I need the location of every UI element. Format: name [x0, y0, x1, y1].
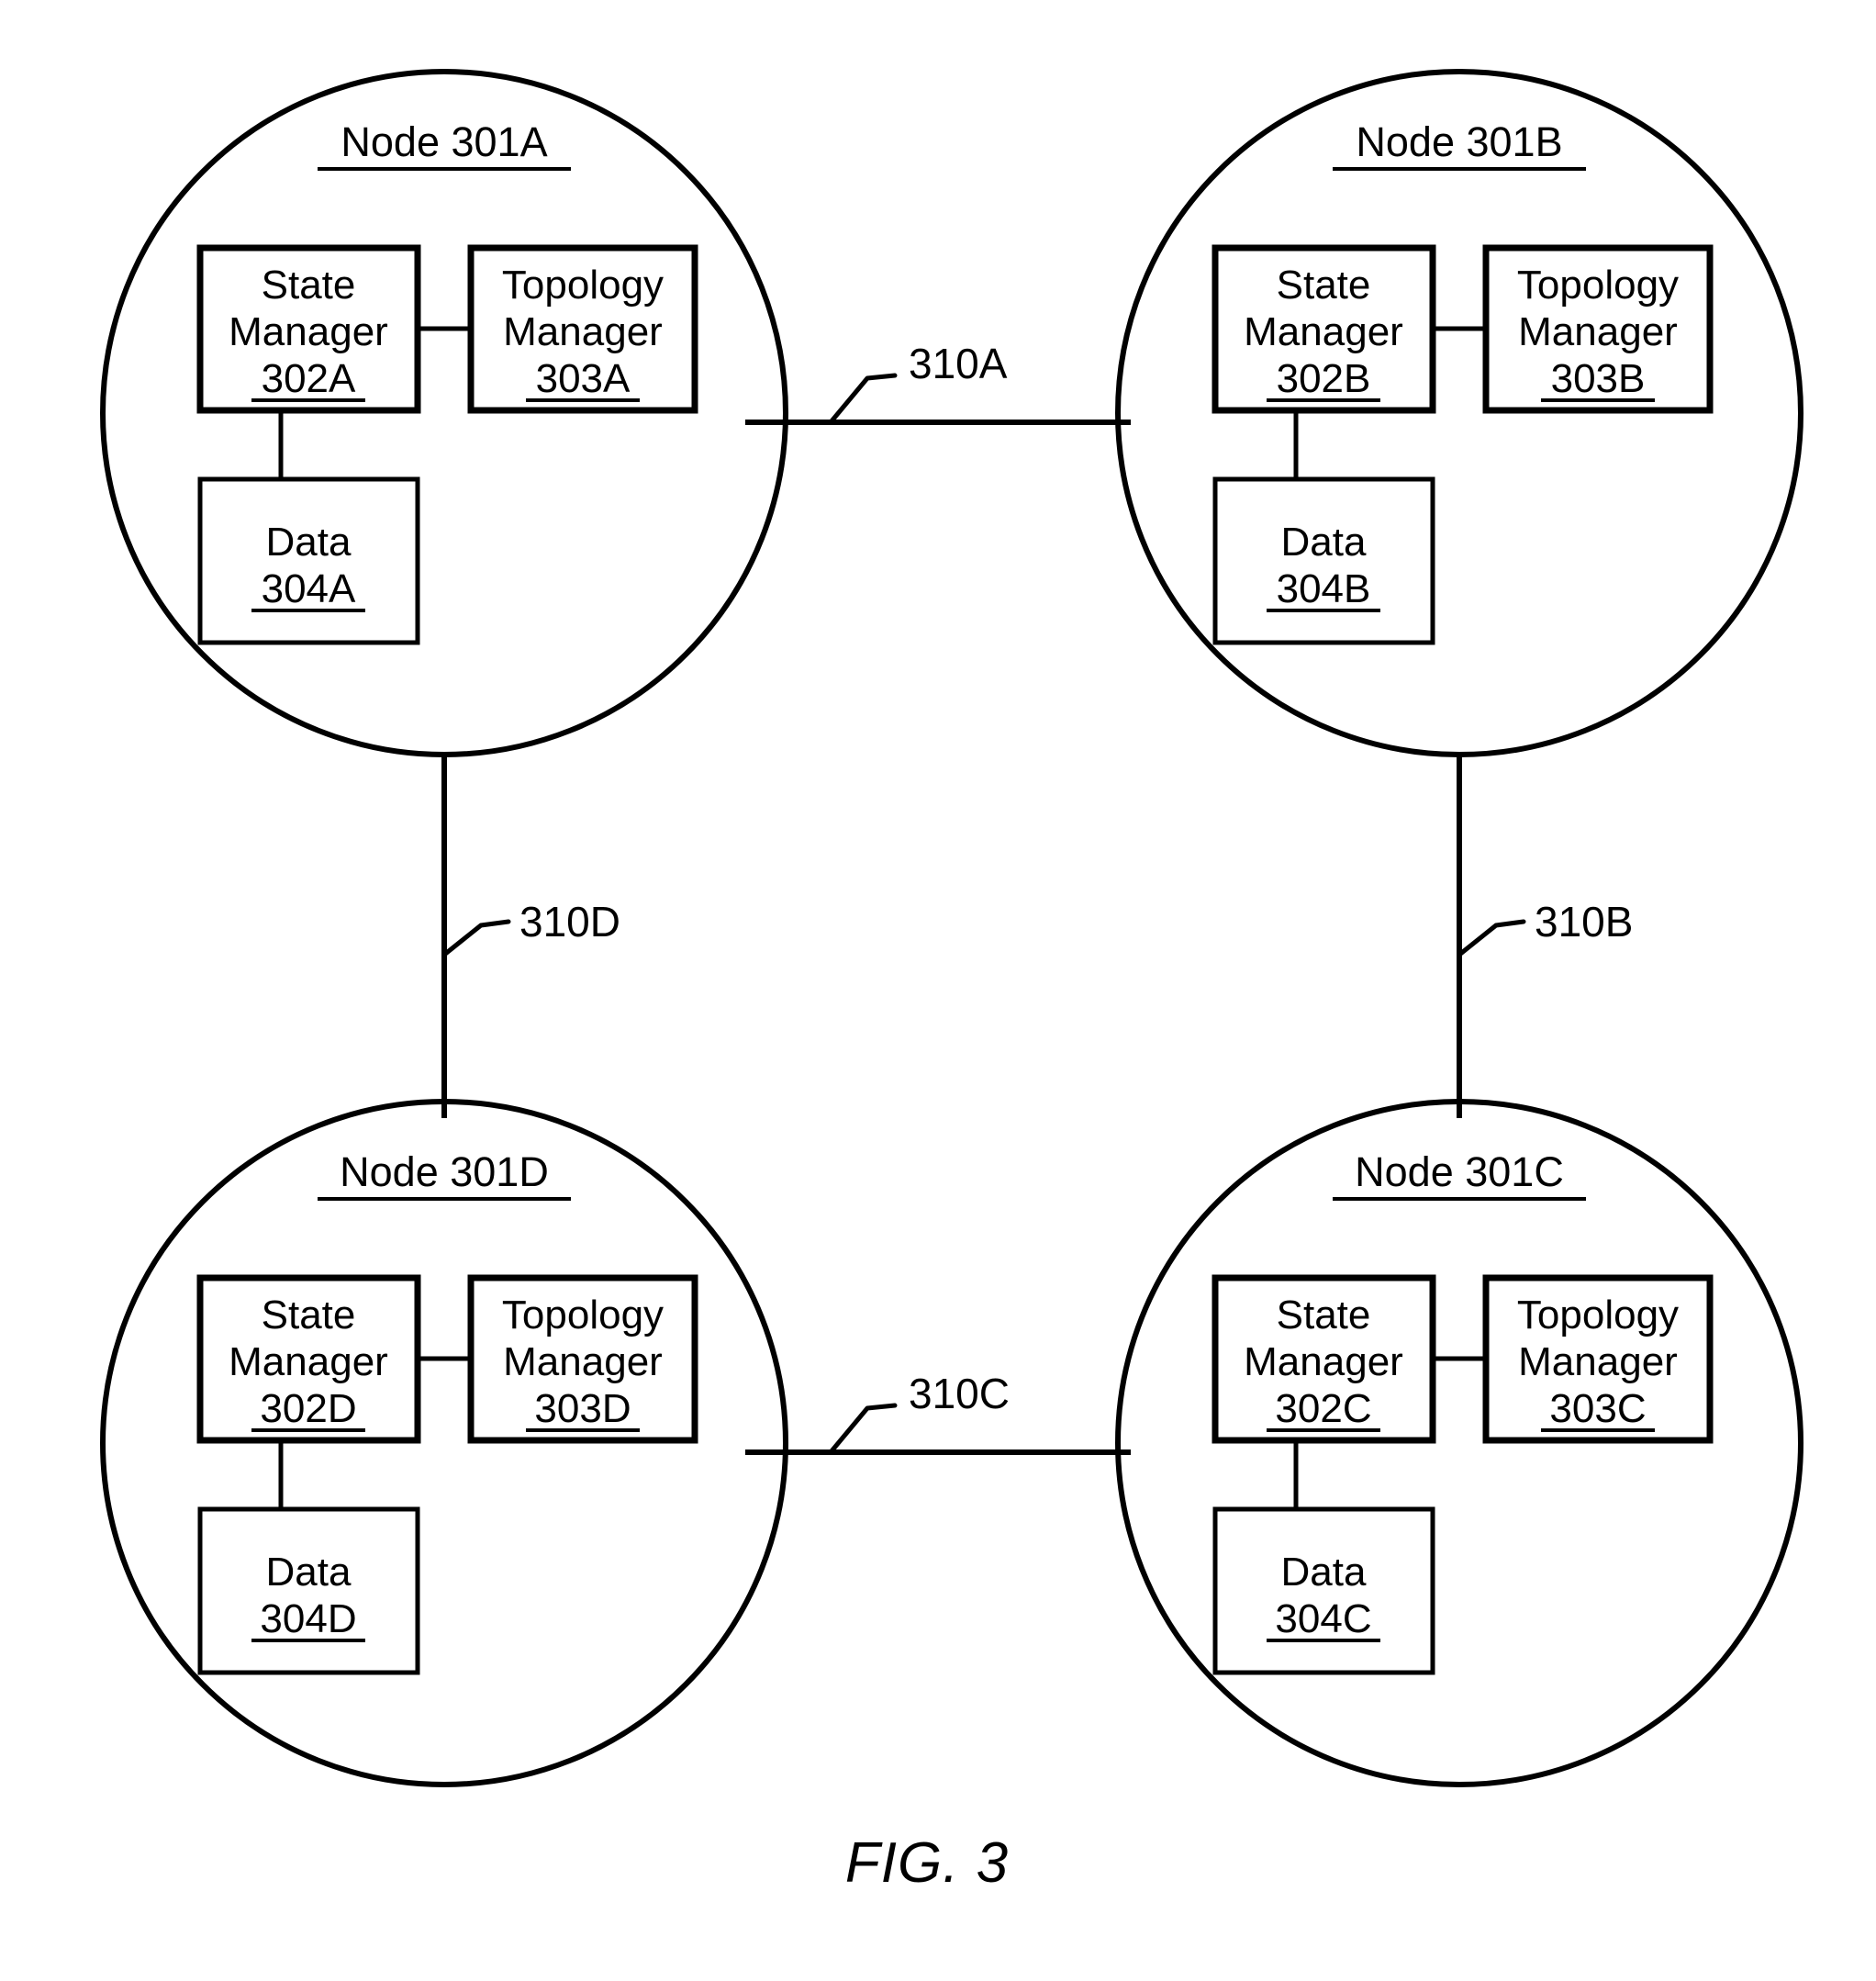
node-301A-data[interactable]: Data 304A — [197, 476, 420, 645]
node-301D-data-ref: 304D — [260, 1596, 356, 1641]
link-310C-leader — [828, 1403, 898, 1455]
node-301B-state-manager-line2: Manager — [1244, 309, 1403, 354]
node-301D-topology-manager[interactable]: Topology Manager 303D — [467, 1274, 698, 1444]
node-301A-topology-manager-line1: Topology — [502, 263, 664, 308]
link-310B-label: 310B — [1535, 898, 1633, 946]
figure-caption: FIG. 3 — [845, 1831, 1009, 1895]
node-301C-state-manager-line2: Manager — [1244, 1339, 1403, 1384]
node-301A-title: Node 301A — [341, 118, 547, 165]
node-301A-state-manager-line2: Manager — [229, 309, 388, 354]
node-301C-data-ref: 304C — [1275, 1596, 1371, 1641]
node-301A-state-manager-ref: 302A — [262, 356, 356, 401]
link-310C-label: 310C — [909, 1370, 1010, 1417]
node-301B-state-manager-ref: 302B — [1277, 356, 1371, 401]
link-310D-label: 310D — [519, 898, 620, 946]
node-301D-topology-manager-line1: Topology — [502, 1293, 664, 1337]
node-301C-topology-manager-line2: Manager — [1518, 1339, 1678, 1384]
node-301B-topology-manager-line2: Manager — [1518, 309, 1678, 354]
node-301C-data[interactable]: Data 304C — [1212, 1506, 1435, 1675]
node-301C-state-manager[interactable]: State Manager 302C — [1212, 1274, 1436, 1444]
node-301B-title: Node 301B — [1356, 118, 1562, 165]
node-301A-topology-manager-line2: Manager — [503, 309, 663, 354]
node-301D-state-manager-ref: 302D — [260, 1386, 356, 1431]
node-301A-state-manager-line1: State — [262, 263, 356, 308]
node-301A-topology-manager[interactable]: Topology Manager 303A — [467, 244, 698, 414]
network-topology-diagram: 310A 310B 310C 310D Node 301A State Mana… — [100, 69, 1803, 1895]
node-301B-data-ref: 304B — [1277, 566, 1371, 611]
link-310B: 310B — [1457, 755, 1633, 1118]
node-301D-state-manager-line1: State — [262, 1293, 356, 1337]
node-301D-state-manager[interactable]: State Manager 302D — [196, 1274, 421, 1444]
node-301B-state-manager-line1: State — [1277, 263, 1371, 308]
node-301C-topology-manager-line1: Topology — [1517, 1293, 1679, 1337]
node-301A-topology-manager-ref: 303A — [536, 356, 631, 401]
node-301D[interactable]: Node 301D State Manager 302D Topology Ma… — [100, 1099, 788, 1787]
link-310D-leader — [441, 919, 511, 957]
node-301B[interactable]: Node 301B State Manager 302B Topology Ma… — [1115, 69, 1803, 757]
node-301B-topology-manager-line1: Topology — [1517, 263, 1679, 308]
node-301B-topology-manager-ref: 303B — [1551, 356, 1646, 401]
node-301C-data-line1: Data — [1281, 1550, 1367, 1595]
node-301B-topology-manager[interactable]: Topology Manager 303B — [1482, 244, 1714, 414]
node-301D-title: Node 301D — [340, 1148, 549, 1195]
link-310B-leader — [1457, 919, 1526, 957]
node-301C-state-manager-ref: 302C — [1275, 1386, 1371, 1431]
node-301C-topology-manager-ref: 303C — [1549, 1386, 1646, 1431]
node-301B-data-line1: Data — [1281, 520, 1367, 565]
node-301D-topology-manager-ref: 303D — [534, 1386, 631, 1431]
node-301A-data-ref: 304A — [262, 566, 356, 611]
link-310D: 310D — [441, 755, 620, 1118]
node-301D-data-line1: Data — [266, 1550, 352, 1595]
node-301D-topology-manager-line2: Manager — [503, 1339, 663, 1384]
link-310C: 310C — [745, 1370, 1131, 1455]
node-301D-state-manager-line2: Manager — [229, 1339, 388, 1384]
node-301C-topology-manager[interactable]: Topology Manager 303C — [1482, 1274, 1714, 1444]
node-301C-title: Node 301C — [1355, 1148, 1564, 1195]
node-301A-state-manager[interactable]: State Manager 302A — [196, 244, 421, 414]
node-301C-state-manager-line1: State — [1277, 1293, 1371, 1337]
node-301A[interactable]: Node 301A State Manager 302A Topology Ma… — [100, 69, 788, 757]
node-301D-data[interactable]: Data 304D — [197, 1506, 420, 1675]
node-301A-data-line1: Data — [266, 520, 352, 565]
node-301B-state-manager[interactable]: State Manager 302B — [1212, 244, 1436, 414]
link-310A: 310A — [745, 340, 1131, 425]
patent-figure: 310A 310B 310C 310D Node 301A State Mana… — [0, 0, 1876, 1981]
node-301C[interactable]: Node 301C State Manager 302C Topology Ma… — [1115, 1099, 1803, 1787]
link-310A-label: 310A — [909, 340, 1008, 387]
node-301B-data[interactable]: Data 304B — [1212, 476, 1435, 645]
link-310A-leader — [828, 373, 898, 425]
